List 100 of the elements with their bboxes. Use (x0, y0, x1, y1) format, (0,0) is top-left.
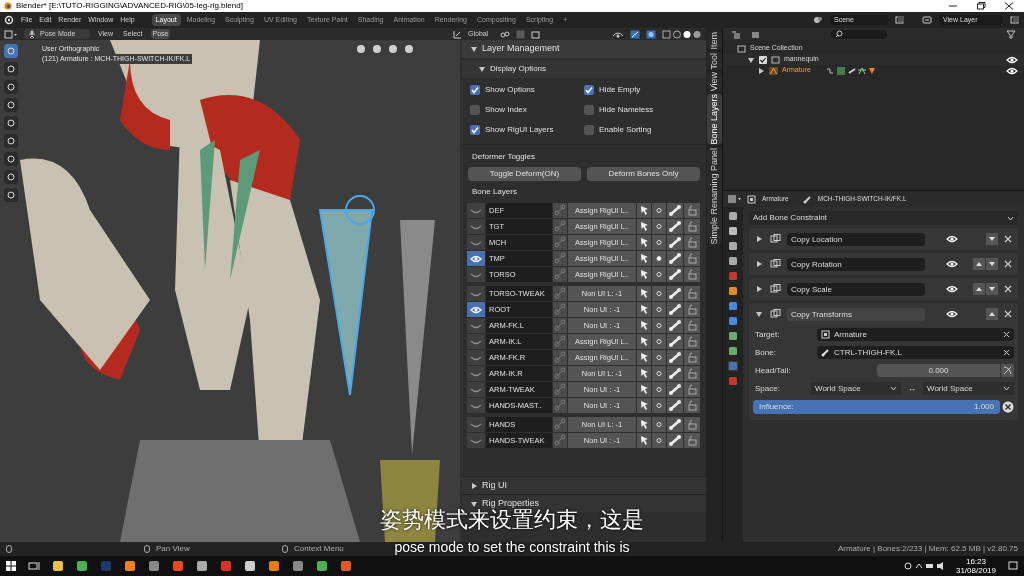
disable-keep-icon[interactable] (1002, 401, 1014, 413)
eye-icon[interactable] (946, 310, 958, 318)
disclosure-triangle-icon[interactable] (470, 499, 478, 508)
app-icon[interactable] (76, 560, 88, 572)
overlay-icon[interactable] (646, 29, 656, 39)
pivot-icon[interactable] (500, 29, 510, 39)
editor-type-icon[interactable] (4, 29, 18, 39)
move-down-icon[interactable] (986, 233, 998, 245)
bone-icon[interactable] (667, 318, 683, 333)
disclosure-triangle-icon[interactable] (755, 235, 763, 243)
toggle-button[interactable]: Deform Bones Only (587, 167, 700, 181)
bone-icon[interactable] (667, 334, 683, 349)
display-mode-icon[interactable] (731, 29, 743, 39)
tool-icon[interactable] (4, 116, 18, 130)
start-icon[interactable] (6, 561, 16, 571)
head-tail-field[interactable]: 0.000 (877, 364, 1000, 377)
clear-icon[interactable] (1003, 349, 1010, 356)
space-dropdown[interactable]: World Space (811, 382, 901, 395)
bone-icon[interactable] (667, 302, 683, 317)
tool-icon[interactable] (4, 152, 18, 166)
bone-icon[interactable] (667, 366, 683, 381)
copy-icon[interactable] (1010, 15, 1020, 25)
checkbox-label[interactable]: Enable Sorting (599, 124, 652, 136)
sidebar-tab[interactable]: Bone Layers (706, 94, 722, 145)
bone-icon[interactable] (667, 398, 683, 413)
disclosure-triangle-icon[interactable] (757, 66, 765, 75)
bone-icon[interactable] (667, 382, 683, 397)
blender-logo-icon[interactable] (4, 15, 14, 25)
bone-icon[interactable] (667, 203, 683, 218)
tool-icon[interactable] (4, 80, 18, 94)
constraint-name-field[interactable]: Copy Scale (787, 282, 925, 296)
toggle-button[interactable]: Toggle Deform(ON) (468, 167, 581, 181)
unchecked-checkbox-icon[interactable] (584, 125, 594, 135)
bone-icon[interactable] (667, 350, 683, 365)
checkbox[interactable] (759, 55, 767, 64)
move-up-icon[interactable] (973, 258, 985, 270)
constraint-name-field[interactable]: Copy Rotation (787, 257, 925, 271)
system-tray-icons[interactable] (903, 561, 944, 571)
transform-axes-icon[interactable] (453, 29, 462, 39)
app-icon[interactable] (52, 560, 64, 572)
bone-field[interactable]: CTRL-THIGH-FK.L (817, 346, 1014, 359)
sidebar-tab[interactable]: View (706, 72, 722, 92)
tool-icon[interactable] (4, 188, 18, 202)
constraint-name-field[interactable]: Copy Location (787, 232, 925, 246)
gizmo-icon[interactable] (630, 29, 640, 39)
select-tool-icon[interactable] (4, 44, 18, 58)
app-icon[interactable] (148, 560, 160, 572)
app-icon[interactable] (340, 560, 352, 572)
shading-modes-icon[interactable] (662, 29, 702, 39)
disclosure-triangle-icon[interactable] (470, 481, 478, 490)
checkbox-label[interactable]: Show Options (485, 84, 535, 96)
sidebar-tab[interactable]: Simple Renaming Panel (706, 147, 722, 245)
checked-checkbox-icon[interactable] (470, 125, 480, 135)
checkbox-label[interactable]: Hide Nameless (599, 104, 654, 116)
app-icon[interactable] (172, 560, 184, 572)
bone-icon[interactable] (667, 267, 683, 282)
sidebar-tab[interactable]: Tool (706, 52, 722, 70)
visibility-icon[interactable] (612, 29, 624, 39)
tool-icon[interactable] (4, 98, 18, 112)
eye-icon[interactable] (1006, 55, 1018, 64)
add-constraint-dropdown[interactable]: Add Bone Constraint (749, 211, 1018, 225)
bone-icon[interactable] (667, 219, 683, 234)
app-icon[interactable] (292, 560, 304, 572)
unchecked-checkbox-icon[interactable] (470, 105, 480, 115)
move-up-icon[interactable] (973, 283, 985, 295)
subpanel-header[interactable]: Display Options (462, 60, 706, 78)
sidebar-tab[interactable]: Item (706, 32, 722, 50)
bone-icon[interactable] (667, 251, 683, 266)
disclosure-triangle-icon[interactable] (755, 285, 763, 293)
disclosure-triangle-icon[interactable] (755, 260, 763, 268)
eye-icon[interactable] (946, 235, 958, 243)
armature-icon[interactable] (769, 66, 778, 75)
app-icon[interactable] (268, 560, 280, 572)
eye-icon[interactable] (946, 285, 958, 293)
editor-type-icon[interactable] (727, 194, 741, 204)
close-icon[interactable] (1004, 2, 1014, 10)
app-icon[interactable] (244, 560, 256, 572)
clear-icon[interactable] (1003, 331, 1010, 338)
bone-icon[interactable] (667, 286, 683, 301)
minimize-icon[interactable] (948, 2, 958, 10)
eye-icon[interactable] (1006, 66, 1018, 75)
move-down-icon[interactable] (986, 283, 998, 295)
checkbox-label[interactable]: Hide Empty (599, 84, 641, 96)
tool-icon[interactable] (4, 170, 18, 184)
disclosure-triangle-icon[interactable] (755, 310, 763, 318)
panel-header[interactable]: Layer Management (462, 40, 706, 58)
notification-icon[interactable] (1008, 561, 1018, 571)
tool-icon[interactable] (4, 62, 18, 76)
move-down-icon[interactable] (986, 258, 998, 270)
app-icon[interactable] (316, 560, 328, 572)
checked-checkbox-icon[interactable] (584, 85, 594, 95)
object-data-icons[interactable] (824, 66, 875, 75)
disclosure-triangle-icon[interactable] (747, 55, 755, 64)
task-view-icon[interactable] (28, 561, 40, 571)
search-field[interactable] (831, 29, 887, 39)
panel-header[interactable]: Rig UI (462, 476, 706, 494)
disclosure-triangle-icon[interactable] (470, 45, 478, 53)
move-up-icon[interactable] (986, 308, 998, 320)
space-dropdown[interactable]: World Space (923, 382, 1014, 395)
app-icon[interactable] (196, 560, 208, 572)
